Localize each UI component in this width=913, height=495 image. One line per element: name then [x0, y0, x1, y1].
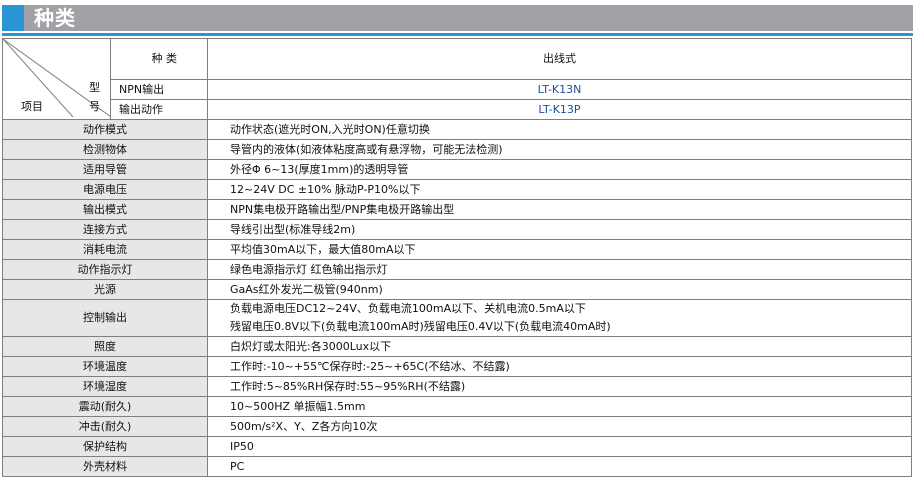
spec-row: 检测物体 导管内的液体(如液体粘度高或有悬浮物，可能无法检测) — [2, 139, 912, 160]
section-title: 种类 — [34, 6, 76, 30]
spec-value: 10~500HZ 单振幅1.5mm — [207, 396, 912, 417]
spec-row: 连接方式 导线引出型(标准导线2m) — [2, 219, 912, 240]
spec-value-multiline: 负载电源电压DC12~24V、负载电流100mA以下、关机电流0.5mA以下 残… — [207, 299, 912, 337]
spec-label: 连接方式 — [2, 219, 208, 240]
spec-label: 电源电压 — [2, 179, 208, 200]
spec-value: GaAs红外发光二极管(940nm) — [207, 279, 912, 300]
spec-label: 消耗电流 — [2, 239, 208, 260]
spec-value: 500m/s²X、Y、Z各方向10次 — [207, 416, 912, 437]
header-row-output: 输出动作 LT-K13P — [3, 99, 912, 120]
spec-row: 消耗电流 平均值30mA以下，最大值80mA以下 — [2, 239, 912, 260]
spec-label: 环境湿度 — [2, 376, 208, 397]
header-row-kind: 型 号 项目 种 类 出线式 — [2, 38, 912, 120]
spec-row: 适用导管 外径Φ 6~13(厚度1mm)的透明导管 — [2, 159, 912, 180]
npn-label: NPN输出 — [119, 82, 165, 96]
spec-label: 照度 — [2, 336, 208, 357]
header-row-npn: NPN输出 LT-K13N — [3, 79, 912, 100]
title-accent-block — [2, 5, 24, 31]
control-output-line2: 残留电压0.8V以下(负载电流100mA时)残留电压0.4V以下(负载电流40m… — [230, 320, 611, 333]
spec-label: 输出模式 — [2, 199, 208, 220]
kind-label: 种 类 — [151, 52, 178, 65]
header-diagonal-cell: 型 号 项目 — [2, 38, 111, 120]
spec-label: 震动(耐久) — [2, 396, 208, 417]
spec-value: IP50 — [207, 436, 912, 457]
spec-value: 绿色电源指示灯 红色输出指示灯 — [207, 259, 912, 280]
column-title-cell: 出线式 — [207, 38, 912, 80]
output-action-label: 输出动作 — [119, 102, 163, 116]
spec-label: 控制输出 — [2, 299, 208, 337]
spec-label: 冲击(耐久) — [2, 416, 208, 437]
model-output: LT-K13P — [538, 102, 581, 116]
spec-label: 外壳材料 — [2, 456, 208, 477]
title-underline — [2, 33, 913, 36]
spec-value: PC — [207, 456, 912, 477]
spec-value: 导线引出型(标准导线2m) — [207, 219, 912, 240]
spec-row: 照度 白炽灯或太阳光:各3000Lux以下 — [2, 336, 912, 357]
kind-label-cell: 种 类 — [110, 38, 208, 80]
spec-row: 震动(耐久) 10~500HZ 单振幅1.5mm — [2, 396, 912, 417]
spec-label: 保护结构 — [2, 436, 208, 457]
control-output-line1: 负载电源电压DC12~24V、负载电流100mA以下、关机电流0.5mA以下 — [230, 302, 586, 315]
spec-value: 12~24V DC ±10% 脉动P-P10%以下 — [207, 179, 912, 200]
spec-row: 动作指示灯 绿色电源指示灯 红色输出指示灯 — [2, 259, 912, 280]
spec-row-control-output: 控制输出 负载电源电压DC12~24V、负载电流100mA以下、关机电流0.5m… — [2, 299, 912, 337]
spec-value: 工作时:-10~+55℃保存时:-25~+65C(不结冰、不结露) — [207, 356, 912, 377]
spec-value: NPN集电极开路输出型/PNP集电极开路输出型 — [207, 199, 912, 220]
spec-label: 检测物体 — [2, 139, 208, 160]
output-action-label-cell: 输出动作 — [110, 99, 208, 120]
spec-label: 动作指示灯 — [2, 259, 208, 280]
npn-label-cell: NPN输出 — [110, 79, 208, 100]
spec-value: 动作状态(遮光时ON,入光时ON)任意切换 — [207, 119, 912, 140]
spec-row: 输出模式 NPN集电极开路输出型/PNP集电极开路输出型 — [2, 199, 912, 220]
spec-row: 光源 GaAs红外发光二极管(940nm) — [2, 279, 912, 300]
model-npn-cell: LT-K13N — [207, 79, 912, 100]
section-title-bar: 种类 — [2, 5, 913, 31]
spec-value: 外径Φ 6~13(厚度1mm)的透明导管 — [207, 159, 912, 180]
spec-label: 光源 — [2, 279, 208, 300]
number-char: 号 — [89, 100, 100, 113]
spec-label: 环境温度 — [2, 356, 208, 377]
spec-row: 外壳材料 PC — [2, 456, 912, 477]
model-npn: LT-K13N — [537, 82, 582, 96]
spec-label: 适用导管 — [2, 159, 208, 180]
spec-value: 平均值30mA以下，最大值80mA以下 — [207, 239, 912, 260]
spec-label: 动作模式 — [2, 119, 208, 140]
column-title: 出线式 — [543, 52, 576, 65]
spec-row: 保护结构 IP50 — [2, 436, 912, 457]
item-label: 项目 — [21, 100, 43, 113]
spec-row: 动作模式 动作状态(遮光时ON,入光时ON)任意切换 — [2, 119, 912, 140]
spec-row: 电源电压 12~24V DC ±10% 脉动P-P10%以下 — [2, 179, 912, 200]
spec-value: 白炽灯或太阳光:各3000Lux以下 — [207, 336, 912, 357]
spec-row: 冲击(耐久) 500m/s²X、Y、Z各方向10次 — [2, 416, 912, 437]
model-output-cell: LT-K13P — [207, 99, 912, 120]
spec-value: 导管内的液体(如液体粘度高或有悬浮物，可能无法检测) — [207, 139, 912, 160]
spec-row: 环境湿度 工作时:5~85%RH保存时:55~95%RH(不结露) — [2, 376, 912, 397]
spec-table: 型 号 项目 种 类 出线式 NPN输出 LT-K13N 输出动作 LT-K13… — [2, 38, 912, 477]
type-char: 型 — [89, 81, 100, 94]
spec-row: 环境温度 工作时:-10~+55℃保存时:-25~+65C(不结冰、不结露) — [2, 356, 912, 377]
spec-value: 工作时:5~85%RH保存时:55~95%RH(不结露) — [207, 376, 912, 397]
